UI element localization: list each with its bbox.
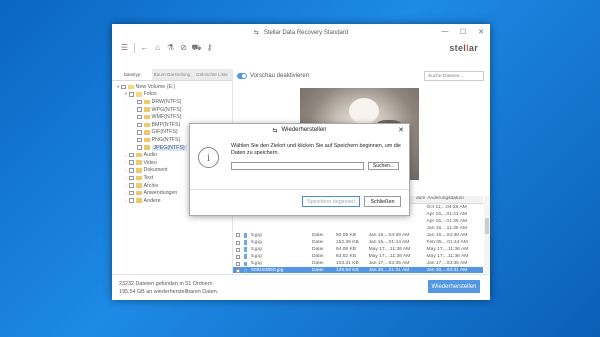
info-icon: i — [198, 147, 219, 168]
swap-arrows-icon: ⇆ — [272, 127, 278, 134]
start-saving-button[interactable]: Speichern beginnen — [302, 196, 360, 207]
app-window: ⇆ Stellar Data Recovery Standard — ☐ ✕ ☰ … — [112, 24, 490, 300]
browse-button[interactable]: Suchen... — [368, 162, 399, 170]
destination-path-input[interactable] — [231, 162, 364, 170]
dialog-message: Wählen Sie den Zielort und klicken Sie a… — [231, 143, 401, 156]
recover-dialog: ⇆ Wiederherstellen ✕ i Wählen Sie den Zi… — [189, 123, 410, 216]
dialog-divider — [190, 189, 409, 190]
dialog-close-icon[interactable]: ✕ — [398, 126, 404, 134]
dialog-close-button[interactable]: Schließen — [364, 196, 401, 207]
dialog-title: Wiederherstellen — [281, 127, 327, 133]
